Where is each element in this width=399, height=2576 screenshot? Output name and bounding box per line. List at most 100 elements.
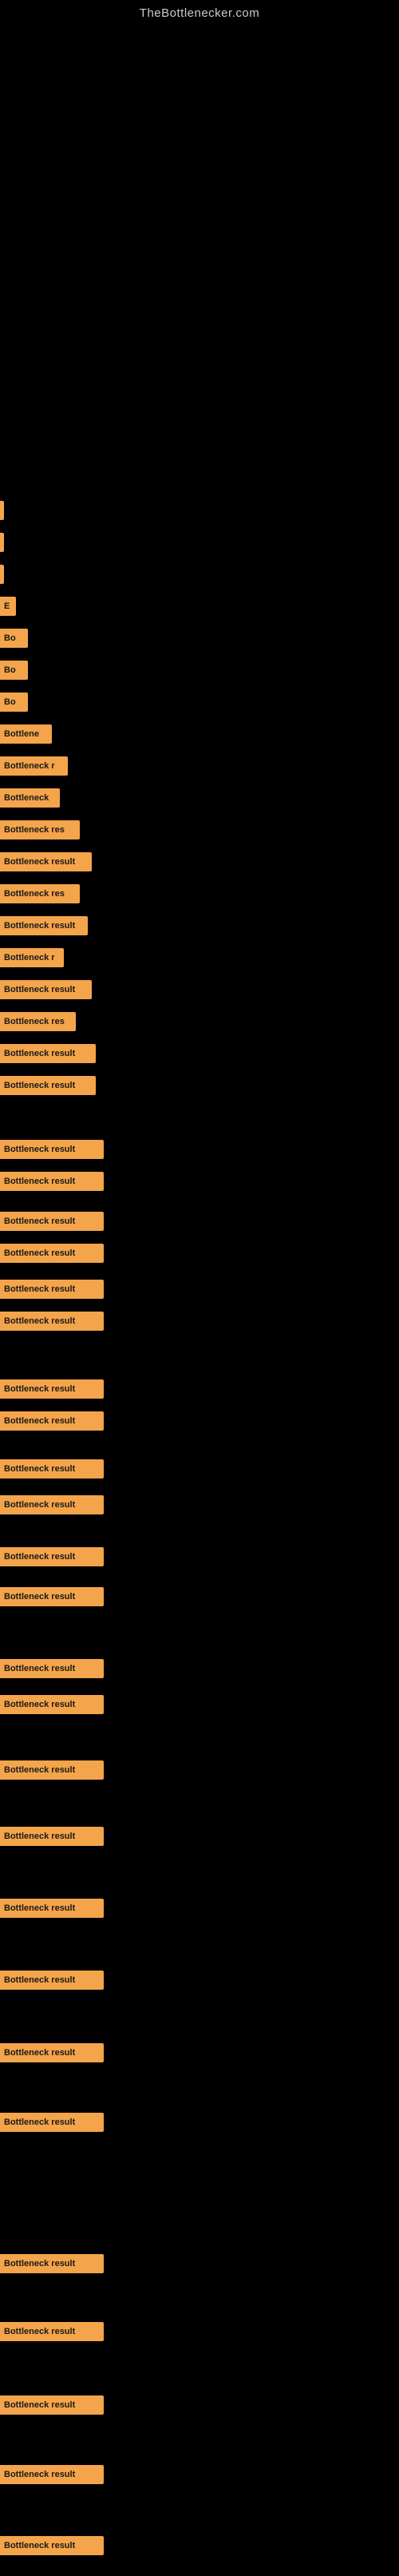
- bar-label-44: Bottleneck result: [4, 2541, 75, 2550]
- result-row-28: Bottleneck result: [0, 1458, 104, 1480]
- result-row-39: Bottleneck result: [0, 2111, 104, 2133]
- bar-label-24: Bottleneck result: [4, 1284, 75, 1294]
- bar-label-16: Bottleneck result: [4, 985, 75, 994]
- result-row-40: Bottleneck result: [0, 2253, 104, 2275]
- result-row-38: Bottleneck result: [0, 2042, 104, 2064]
- result-row-9: Bottleneck r: [0, 755, 68, 777]
- bar-label-26: Bottleneck result: [4, 1384, 75, 1394]
- bar-fill-15: Bottleneck r: [0, 948, 64, 967]
- bar-fill-36: Bottleneck result: [0, 1899, 104, 1918]
- bar-label-15: Bottleneck r: [4, 953, 55, 963]
- bar-fill-34: Bottleneck result: [0, 1760, 104, 1780]
- bar-label-27: Bottleneck result: [4, 1416, 75, 1426]
- bar-label-13: Bottleneck res: [4, 889, 65, 899]
- bar-fill-13: Bottleneck res: [0, 884, 80, 903]
- bar-label-39: Bottleneck result: [4, 2118, 75, 2127]
- result-row-10: Bottleneck: [0, 787, 60, 809]
- result-row-1: [0, 499, 4, 522]
- bar-label-11: Bottleneck res: [4, 825, 65, 835]
- bar-fill-43: Bottleneck result: [0, 2465, 104, 2484]
- result-row-44: Bottleneck result: [0, 2534, 104, 2557]
- result-row-25: Bottleneck result: [0, 1310, 104, 1332]
- bar-label-31: Bottleneck result: [4, 1592, 75, 1602]
- bar-fill-14: Bottleneck result: [0, 916, 88, 935]
- bar-label-22: Bottleneck result: [4, 1217, 75, 1226]
- bar-label-34: Bottleneck result: [4, 1765, 75, 1775]
- bar-fill-30: Bottleneck result: [0, 1547, 104, 1566]
- bar-label-25: Bottleneck result: [4, 1316, 75, 1326]
- result-row-23: Bottleneck result: [0, 1242, 104, 1264]
- bar-label-4: E: [4, 601, 10, 611]
- result-row-8: Bottlene: [0, 723, 52, 745]
- bar-label-35: Bottleneck result: [4, 1832, 75, 1841]
- bar-fill-42: Bottleneck result: [0, 2395, 104, 2415]
- bar-fill-20: Bottleneck result: [0, 1140, 104, 1159]
- bar-fill-25: Bottleneck result: [0, 1312, 104, 1331]
- bar-label-8: Bottlene: [4, 729, 39, 739]
- bar-fill-40: Bottleneck result: [0, 2254, 104, 2273]
- bar-fill-31: Bottleneck result: [0, 1587, 104, 1606]
- result-row-15: Bottleneck r: [0, 947, 64, 969]
- result-row-29: Bottleneck result: [0, 1494, 104, 1516]
- bar-fill-10: Bottleneck: [0, 788, 60, 808]
- result-row-34: Bottleneck result: [0, 1759, 104, 1781]
- bar-label-33: Bottleneck result: [4, 1700, 75, 1709]
- bar-label-9: Bottleneck r: [4, 761, 55, 771]
- bar-fill-37: Bottleneck result: [0, 1971, 104, 1990]
- result-row-21: Bottleneck result: [0, 1170, 104, 1193]
- bar-label-19: Bottleneck result: [4, 1081, 75, 1090]
- result-row-32: Bottleneck result: [0, 1657, 104, 1680]
- result-row-11: Bottleneck res: [0, 819, 80, 841]
- result-row-12: Bottleneck result: [0, 851, 92, 873]
- bar-label-38: Bottleneck result: [4, 2048, 75, 2058]
- bar-fill-28: Bottleneck result: [0, 1459, 104, 1479]
- result-row-14: Bottleneck result: [0, 915, 88, 937]
- bar-fill-24: Bottleneck result: [0, 1280, 104, 1299]
- bar-label-21: Bottleneck result: [4, 1177, 75, 1186]
- site-title: TheBottlenecker.com: [0, 0, 399, 20]
- bar-label-10: Bottleneck: [4, 793, 49, 803]
- bar-fill-3: [0, 565, 4, 584]
- result-row-22: Bottleneck result: [0, 1210, 104, 1232]
- bar-fill-41: Bottleneck result: [0, 2322, 104, 2341]
- bar-fill-9: Bottleneck r: [0, 756, 68, 776]
- bar-label-14: Bottleneck result: [4, 921, 75, 931]
- bar-label-29: Bottleneck result: [4, 1500, 75, 1510]
- bar-label-12: Bottleneck result: [4, 857, 75, 867]
- bar-fill-33: Bottleneck result: [0, 1695, 104, 1714]
- result-row-6: Bo: [0, 659, 28, 681]
- result-row-18: Bottleneck result: [0, 1042, 96, 1065]
- result-row-2: [0, 531, 4, 554]
- bar-label-7: Bo: [4, 697, 16, 707]
- bar-fill-38: Bottleneck result: [0, 2043, 104, 2062]
- result-row-37: Bottleneck result: [0, 1969, 104, 1991]
- result-row-41: Bottleneck result: [0, 2320, 104, 2343]
- bar-label-42: Bottleneck result: [4, 2400, 75, 2410]
- bar-fill-2: [0, 533, 4, 552]
- bar-fill-44: Bottleneck result: [0, 2536, 104, 2555]
- bar-label-17: Bottleneck res: [4, 1017, 65, 1026]
- bar-label-5: Bo: [4, 633, 16, 643]
- result-row-3: [0, 563, 4, 585]
- bar-fill-35: Bottleneck result: [0, 1827, 104, 1846]
- bar-fill-5: Bo: [0, 629, 28, 648]
- result-row-5: Bo: [0, 627, 28, 649]
- bar-fill-16: Bottleneck result: [0, 980, 92, 999]
- bar-label-41: Bottleneck result: [4, 2327, 75, 2336]
- result-row-4: E: [0, 595, 16, 617]
- result-row-26: Bottleneck result: [0, 1378, 104, 1400]
- bar-fill-11: Bottleneck res: [0, 820, 80, 839]
- bar-label-20: Bottleneck result: [4, 1145, 75, 1154]
- result-row-20: Bottleneck result: [0, 1138, 104, 1161]
- bar-fill-32: Bottleneck result: [0, 1659, 104, 1678]
- bar-label-36: Bottleneck result: [4, 1903, 75, 1913]
- result-row-36: Bottleneck result: [0, 1897, 104, 1919]
- bar-label-37: Bottleneck result: [4, 1975, 75, 1985]
- bar-label-32: Bottleneck result: [4, 1664, 75, 1673]
- bar-fill-7: Bo: [0, 693, 28, 712]
- bar-fill-4: E: [0, 597, 16, 616]
- bar-label-43: Bottleneck result: [4, 2470, 75, 2479]
- bar-fill-8: Bottlene: [0, 724, 52, 744]
- result-row-42: Bottleneck result: [0, 2394, 104, 2416]
- result-row-16: Bottleneck result: [0, 978, 92, 1001]
